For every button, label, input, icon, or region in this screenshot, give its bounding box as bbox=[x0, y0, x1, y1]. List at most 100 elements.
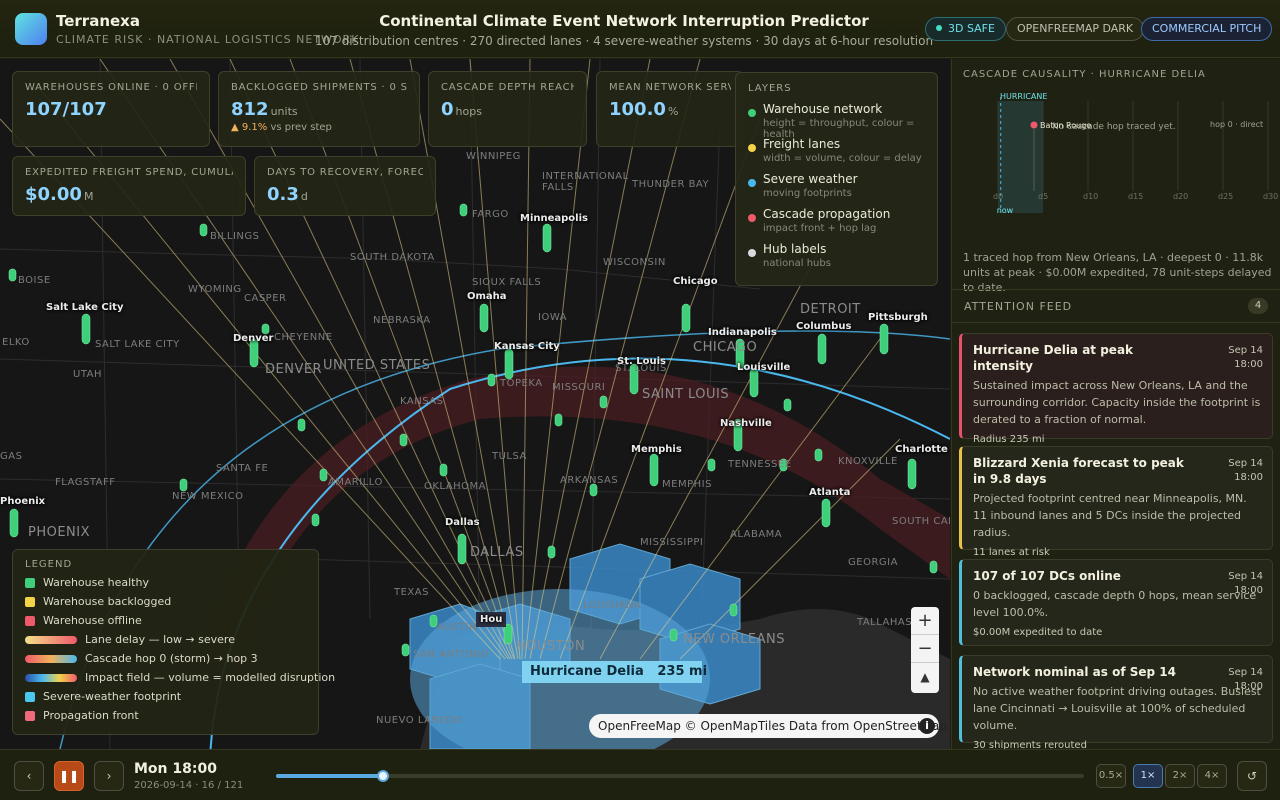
hub-label[interactable]: Hou bbox=[476, 612, 507, 627]
card-title: Network nominal as of Sep 14 bbox=[973, 665, 1176, 679]
layer-toggle-lanes[interactable]: Freight lanes width = volume, colour = de… bbox=[748, 137, 925, 172]
map-legend: LEGEND Warehouse healthy Warehouse backl… bbox=[12, 549, 335, 735]
place-label: IOWA bbox=[538, 312, 568, 323]
current-date-step: 2026-09-14 · 16 / 121 bbox=[134, 780, 244, 791]
feed-count-badge: 4 bbox=[1248, 298, 1268, 314]
hub-label[interactable]: Kansas City bbox=[494, 341, 560, 352]
place-label: ALABAMA bbox=[730, 529, 783, 540]
place-label: SAN ANTONIO bbox=[413, 649, 490, 660]
3d-safe-toggle[interactable]: 3D SAFE bbox=[925, 17, 1006, 41]
step-back-button[interactable]: ‹ bbox=[14, 761, 44, 791]
commercial-pitch-toggle[interactable]: COMMERCIAL PITCH bbox=[1141, 17, 1273, 41]
layer-toggle-warehouses[interactable]: Warehouse network height = throughput, co… bbox=[748, 102, 925, 140]
compass-icon[interactable]: ▲ bbox=[911, 663, 939, 691]
speed-4x[interactable]: 4× bbox=[1197, 764, 1227, 788]
storm-band-label: HURRICANE bbox=[1000, 92, 1047, 101]
place-label: ARKANSAS bbox=[560, 475, 619, 486]
map-canvas[interactable]: BOISE SALT LAKE CITY ELKO UTAH WYOMING C… bbox=[0, 59, 950, 749]
kpi-label: EXPEDITED FREIGHT SPEND, CUMULATIVE bbox=[25, 167, 233, 178]
hub-label[interactable]: Omaha bbox=[467, 291, 507, 302]
kpi-cascade: CASCADE DEPTH REACHED 0hops bbox=[428, 71, 587, 147]
app: Terranexa CLIMATE RISK · NATIONAL LOGIST… bbox=[0, 0, 1280, 800]
kpi-value: 107/107 bbox=[25, 99, 107, 120]
kpi-unit: % bbox=[667, 105, 679, 118]
hub-label[interactable]: Charlotte bbox=[895, 444, 948, 455]
hub-label[interactable]: Chicago bbox=[673, 276, 718, 287]
attribution-text[interactable]: OpenFreeMap © OpenMapTiles Data from Ope… bbox=[598, 719, 947, 733]
zoom-controls: + − ▲ bbox=[911, 607, 939, 693]
layer-name: Cascade propagation bbox=[763, 207, 891, 221]
place-label: CHICAGO bbox=[693, 340, 758, 355]
feed-card[interactable]: Network nominal as of Sep 14 Sep 14 18:0… bbox=[959, 655, 1273, 751]
hub-label[interactable]: Denver bbox=[233, 333, 273, 344]
hub-label[interactable]: St. Louis bbox=[617, 356, 666, 367]
cascade-point[interactable] bbox=[1030, 121, 1038, 129]
feed-title: ATTENTION FEED bbox=[964, 300, 1073, 313]
place-label: MISSISSIPPI bbox=[640, 537, 704, 548]
info-icon[interactable]: i bbox=[919, 718, 935, 734]
place-label: UTAH bbox=[73, 369, 103, 380]
layers-title: LAYERS bbox=[748, 83, 792, 94]
place-label: WISCONSIN bbox=[603, 257, 666, 268]
hub-label[interactable]: Columbus bbox=[796, 321, 851, 332]
basemap-toggle[interactable]: OPENFREEMAP DARK bbox=[1006, 17, 1145, 41]
place-label: THUNDER BAY bbox=[632, 179, 710, 190]
hub-label[interactable]: Nashville bbox=[720, 418, 772, 429]
timeline-slider[interactable] bbox=[276, 770, 1084, 782]
hub-label[interactable]: Louisville bbox=[737, 362, 790, 373]
place-label: NEW ORLEANS bbox=[683, 632, 786, 647]
feed-card[interactable]: 107 of 107 DCs online Sep 14 18:00 0 bac… bbox=[959, 559, 1273, 646]
hub-label[interactable]: Pittsburgh bbox=[868, 312, 928, 323]
place-label: GAS bbox=[0, 451, 23, 462]
zoom-out-button[interactable]: − bbox=[911, 635, 939, 663]
hub-label[interactable]: Memphis bbox=[631, 444, 682, 455]
layer-dot-icon bbox=[748, 249, 756, 257]
layer-toggle-cascade[interactable]: Cascade propagation impact front + hop la… bbox=[748, 207, 925, 242]
zoom-in-button[interactable]: + bbox=[911, 607, 939, 635]
card-meta: Radius 235 mi bbox=[973, 434, 1045, 445]
pause-button[interactable]: ❚❚ bbox=[54, 761, 84, 791]
hub-label[interactable]: Minneapolis bbox=[520, 213, 588, 224]
speed-0-5x[interactable]: 0.5× bbox=[1096, 764, 1126, 788]
hub-label[interactable]: Salt Lake City bbox=[46, 302, 123, 313]
reset-button[interactable]: ↺ bbox=[1237, 761, 1267, 791]
legend-row: Lane delay — low → severe bbox=[25, 633, 306, 652]
card-meta: 11 lanes at risk bbox=[973, 547, 1050, 558]
place-label: TEXAS bbox=[394, 587, 429, 598]
place-label: FARGO bbox=[472, 209, 509, 220]
speed-2x[interactable]: 2× bbox=[1165, 764, 1195, 788]
place-label: CASPER bbox=[244, 293, 287, 304]
kpi-delta: ▲ 9.1% bbox=[231, 122, 268, 133]
kpi-unit: d bbox=[300, 190, 308, 203]
legend-title: LEGEND bbox=[25, 559, 73, 570]
hub-label[interactable]: Phoenix bbox=[0, 496, 45, 507]
legend-row: Warehouse offline bbox=[25, 614, 306, 633]
layer-toggle-hubs[interactable]: Hub labels national hubs bbox=[748, 242, 925, 277]
speed-1x[interactable]: 1× bbox=[1133, 764, 1163, 788]
timeline-handle[interactable] bbox=[376, 770, 389, 782]
layer-name: Warehouse network bbox=[763, 102, 883, 116]
header: Terranexa CLIMATE RISK · NATIONAL LOGIST… bbox=[0, 0, 1280, 58]
place-label: FLAGSTAFF bbox=[55, 477, 116, 488]
place-label: INTERNATIONAL FALLS bbox=[542, 171, 629, 193]
place-label: NEBRASKA bbox=[373, 315, 431, 326]
feed-card[interactable]: Blizzard Xenia forecast to peak in 9.8 d… bbox=[959, 446, 1273, 558]
place-label: BILLINGS bbox=[210, 231, 260, 242]
cascade-gradient bbox=[25, 655, 77, 663]
step-forward-button[interactable]: › bbox=[94, 761, 124, 791]
feed-card[interactable]: Hurricane Delia at peak intensity Sep 14… bbox=[959, 333, 1273, 445]
legend-label: Propagation front bbox=[43, 709, 139, 722]
kpi-value: 0 bbox=[441, 99, 454, 120]
hub-label[interactable]: Indianapolis bbox=[708, 327, 777, 338]
layer-toggle-weather[interactable]: Severe weather moving footprints bbox=[748, 172, 925, 207]
card-time: Sep 14 18:00 bbox=[1228, 667, 1263, 692]
hub-label[interactable]: Atlanta bbox=[809, 487, 850, 498]
place-label: BOISE bbox=[18, 275, 51, 286]
hub-label[interactable]: Dallas bbox=[445, 517, 480, 528]
place-label: WYOMING bbox=[188, 284, 242, 295]
place-label: GEORGIA bbox=[848, 557, 898, 568]
healthy-swatch bbox=[25, 578, 35, 588]
storm-label[interactable]: Hurricane Delia 235 mi bbox=[522, 661, 707, 683]
place-label: DENVER bbox=[265, 362, 323, 377]
status-dot-icon bbox=[936, 25, 942, 31]
